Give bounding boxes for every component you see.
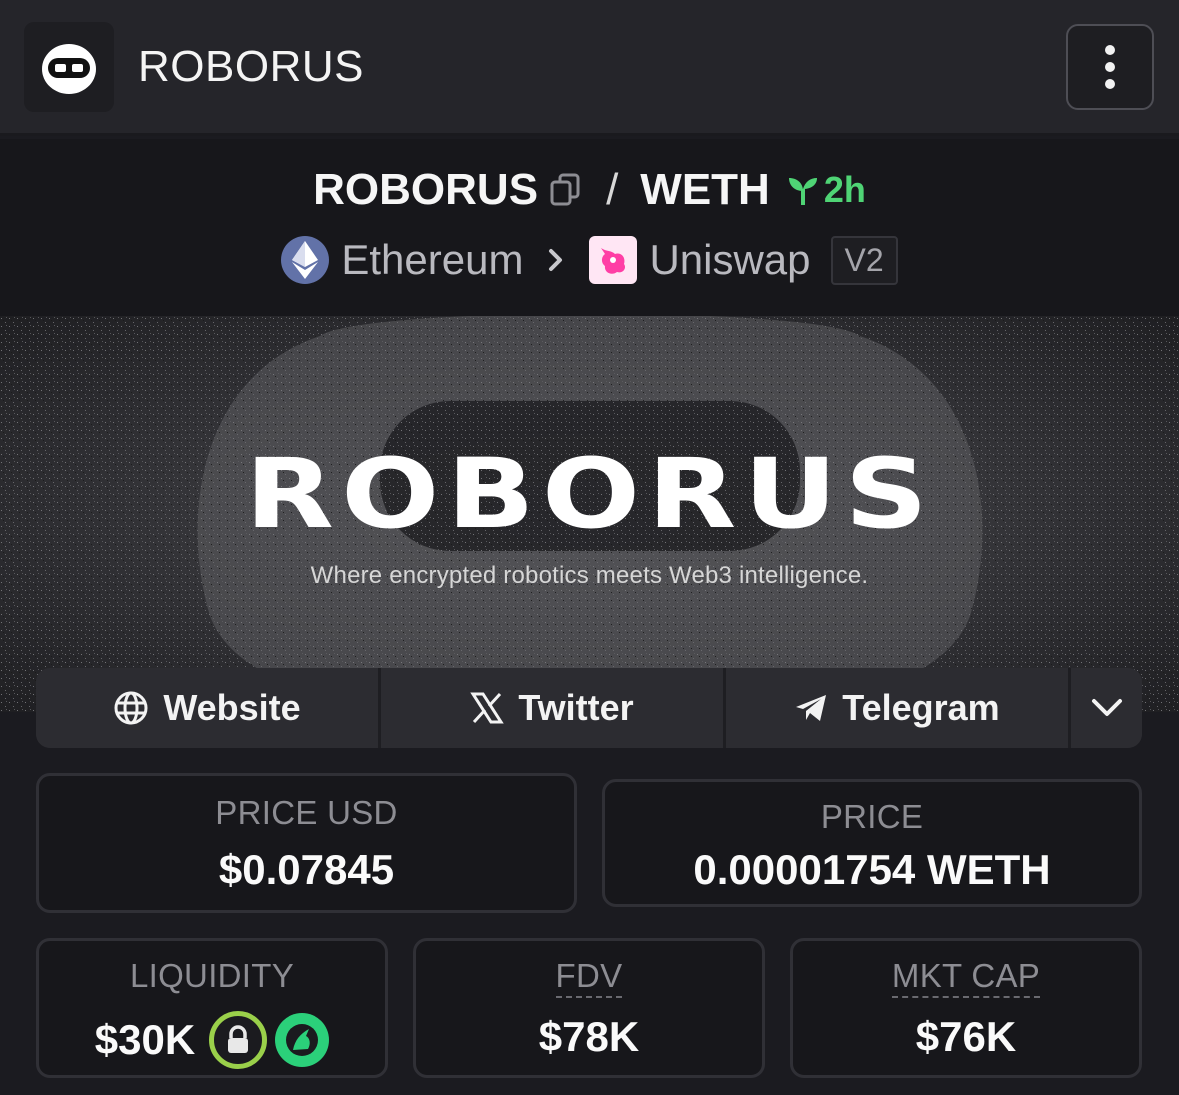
price-usd-value: $0.07845	[218, 846, 395, 893]
website-link[interactable]: Website	[36, 668, 381, 748]
pair-age: 2h	[786, 169, 866, 211]
app-title: ROBORUS	[138, 42, 364, 91]
chain-name[interactable]: Ethereum	[341, 236, 523, 284]
twitter-link[interactable]: Twitter	[381, 668, 726, 748]
pair-title: ROBORUS / WETH 2h	[0, 163, 1179, 217]
fdv-value: $78K	[538, 1013, 640, 1060]
seedling-icon	[788, 178, 817, 205]
banner-tagline: Where encrypted robotics meets Web3 inte…	[310, 562, 869, 589]
banner-wordmark: ROBORUS	[245, 438, 935, 550]
mkt-cap-box: MKT CAP $76K	[790, 938, 1142, 1078]
chevron-down-icon	[1091, 699, 1122, 716]
fdv-box: FDV $78K	[413, 938, 765, 1078]
top-bar: ROBORUS	[0, 0, 1179, 136]
chevron-right-icon	[549, 249, 563, 271]
unicorn-lock-icon[interactable]	[275, 1013, 330, 1067]
fdv-label[interactable]: FDV	[555, 957, 623, 998]
banner-title: ROBORUS	[0, 438, 1179, 550]
dex-name[interactable]: Uniswap	[649, 236, 810, 284]
social-links: Website Twitter Telegram	[36, 668, 1142, 748]
liquidity-box: LIQUIDITY $30K	[36, 938, 388, 1078]
liquidity-value: $30K	[94, 1016, 196, 1063]
globe-icon	[114, 691, 148, 725]
fdv-label-wrap: FDV	[416, 957, 762, 998]
telegram-icon	[796, 695, 827, 721]
price-native-box: PRICE 0.00001754 WETH	[602, 779, 1142, 907]
kebab-dot	[1105, 62, 1115, 72]
lock-icon[interactable]	[209, 1011, 268, 1069]
pair-separator: /	[606, 165, 619, 214]
x-icon	[470, 692, 505, 724]
robot-icon[interactable]	[24, 22, 114, 112]
price-native-value: 0.00001754 WETH	[693, 846, 1051, 893]
twitter-label: Twitter	[518, 687, 634, 728]
version-badge: V2	[830, 235, 898, 285]
liquidity-label: LIQUIDITY	[129, 957, 295, 994]
mkt-cap-label-wrap: MKT CAP	[793, 957, 1139, 998]
mkt-cap-label[interactable]: MKT CAP	[891, 957, 1041, 998]
quote-token-symbol: WETH	[640, 165, 770, 214]
uniswap-icon[interactable]	[589, 236, 638, 284]
svg-text:ROBORUS: ROBORUS	[245, 455, 935, 535]
price-usd-box: PRICE USD $0.07845	[36, 773, 577, 913]
more-links-button[interactable]	[1071, 668, 1142, 748]
more-menu-button[interactable]	[1066, 24, 1154, 110]
pair-age-value: 2h	[823, 169, 866, 210]
telegram-link[interactable]: Telegram	[726, 668, 1071, 748]
copy-icon[interactable]	[548, 172, 584, 208]
mkt-cap-value: $76K	[915, 1013, 1017, 1060]
kebab-menu-icon	[1105, 45, 1115, 55]
ethereum-icon[interactable]	[281, 236, 330, 284]
breadcrumb: Ethereum Uniswap V2	[0, 232, 1179, 288]
kebab-dot	[1105, 79, 1115, 89]
website-label: Website	[163, 687, 301, 728]
price-native-label: PRICE	[820, 798, 924, 835]
liquidity-row: $30K	[39, 1011, 385, 1069]
price-usd-label: PRICE USD	[215, 794, 398, 831]
telegram-label: Telegram	[842, 687, 1000, 728]
base-token-symbol: ROBORUS	[313, 165, 539, 214]
